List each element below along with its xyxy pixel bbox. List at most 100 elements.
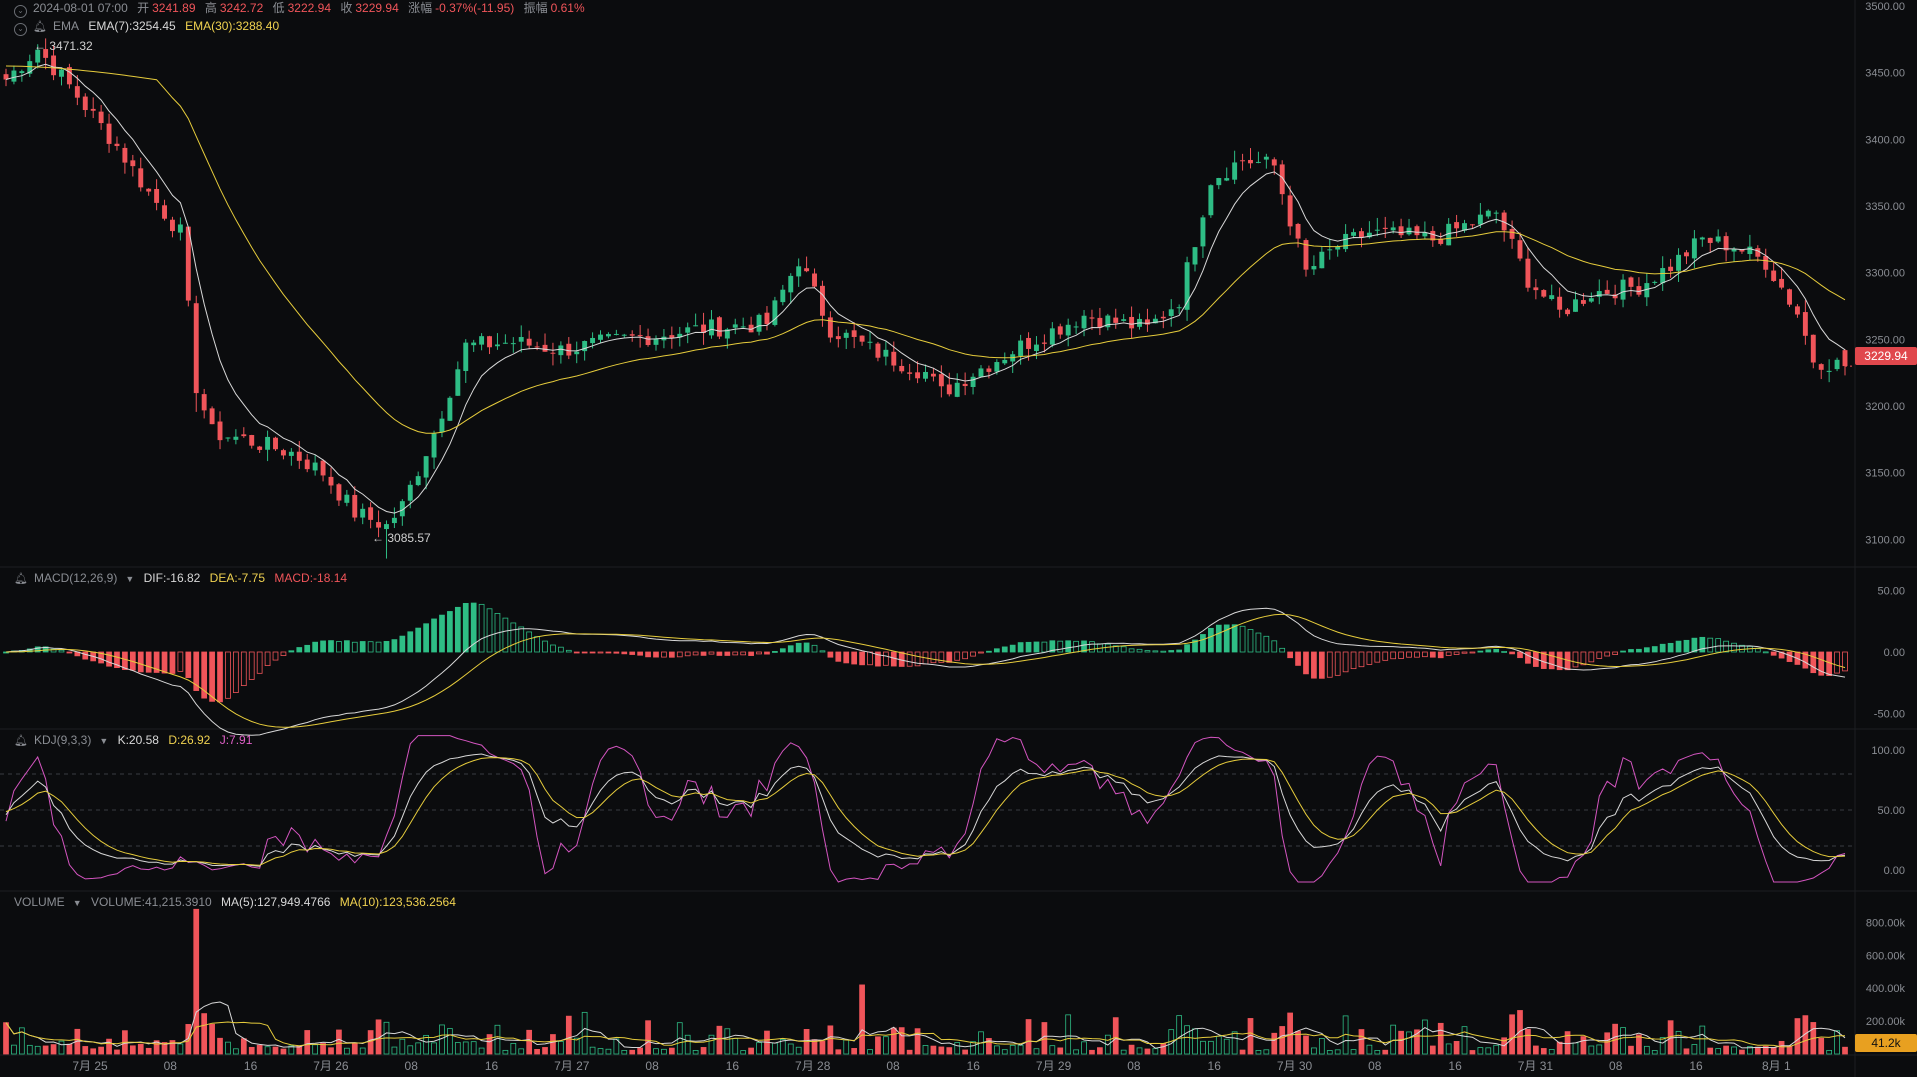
volume-bar (1469, 1050, 1476, 1055)
macd-histogram-bar (581, 651, 588, 654)
candle-body (114, 143, 120, 147)
bell-icon[interactable]: 🔔︎ (14, 733, 28, 749)
chart-canvas[interactable]: 3500.00 3450.00 3400.00 3350.00 3300.00 3250.… (0, 0, 1917, 1077)
volume-bar (787, 1043, 794, 1055)
macd-histogram-bar (1326, 651, 1333, 678)
macd-histogram-bar (1754, 648, 1761, 653)
candle-body (51, 55, 57, 76)
volume-bar (1065, 1014, 1072, 1055)
candle-body (645, 336, 651, 346)
macd-histogram-bar (1303, 651, 1309, 675)
volume-bar (1453, 1041, 1460, 1055)
macd-histogram-bar (1707, 637, 1714, 653)
volume-bar (1334, 1049, 1341, 1055)
macd-histogram-bar (66, 651, 73, 654)
candle-body (1834, 359, 1840, 370)
bell-icon[interactable]: 🔔︎ (33, 19, 47, 35)
volume-bar (336, 1029, 342, 1055)
volume-bar (1255, 1050, 1262, 1055)
volume-bar (1184, 1025, 1190, 1055)
caret-down-icon[interactable]: ▼ (99, 733, 108, 749)
candle-body (106, 123, 112, 144)
volume-bar (11, 1044, 17, 1055)
caret-down-icon[interactable]: ▼ (125, 571, 134, 587)
vol-ma10-value: MA(10):123,536.2564 (339, 895, 456, 909)
candle-body (946, 384, 952, 395)
time-tick-label: 16 (485, 1059, 499, 1073)
volume-bar (637, 1047, 643, 1055)
macd-histogram-bar (867, 651, 873, 666)
macd-histogram-bar (645, 651, 651, 658)
price-tick-label: 3250.00 (1865, 334, 1905, 346)
candle-body (907, 372, 913, 374)
candle-body (368, 507, 374, 520)
macd-histogram-bar (1509, 651, 1515, 655)
macd-histogram-bar (454, 606, 461, 653)
macd-histogram-bar (351, 641, 358, 653)
macd-histogram-bar (1398, 651, 1404, 659)
volume-bar (106, 1038, 112, 1055)
candle-body (1747, 246, 1753, 255)
candle-body (1469, 224, 1475, 226)
macd-histogram-bar (280, 651, 287, 656)
volume-bar (1112, 1017, 1119, 1055)
macd-name: MACD(12,26,9) (33, 571, 118, 585)
collapse-icon[interactable]: ⌄ (14, 5, 27, 18)
candle-body (1026, 337, 1032, 349)
volume-value: VOLUME:41,215.3910 (90, 895, 212, 909)
macd-histogram-bar (1842, 651, 1848, 672)
candle-body (915, 372, 921, 379)
macd-histogram-bar (700, 651, 707, 656)
volume-bar (1620, 1027, 1626, 1055)
volume-bar (748, 1047, 754, 1055)
macd-histogram-bar (1683, 639, 1690, 653)
candle-body (859, 335, 865, 342)
candle-body (415, 476, 421, 486)
candle-body (1327, 249, 1333, 251)
volume-bar (1144, 1048, 1151, 1055)
candle-body (455, 369, 461, 396)
candle-body (930, 373, 936, 377)
candle-body (344, 494, 350, 503)
candle-body (1311, 266, 1317, 270)
macd-histogram-bar (526, 631, 533, 653)
volume-bar (145, 1047, 152, 1055)
candle-body (1691, 238, 1697, 259)
macd-histogram-bar (359, 641, 366, 653)
collapse-icon[interactable]: ⌄ (14, 23, 27, 36)
candle-body (986, 368, 992, 372)
volume-bar (668, 1047, 675, 1055)
candle-body (954, 382, 960, 397)
volume-tick-label: 200.00k (1866, 1016, 1906, 1028)
volume-bar (542, 1047, 548, 1055)
candle-body (740, 326, 746, 328)
macd-histogram-bar (756, 651, 762, 655)
volume-bar (1303, 1035, 1309, 1055)
volume-bar (629, 1049, 636, 1055)
candle-body (1359, 231, 1364, 238)
macd-histogram-bar (328, 640, 334, 653)
volume-bar (1572, 1042, 1579, 1055)
volume-bar (407, 1045, 414, 1055)
macd-histogram-bar (1501, 651, 1508, 653)
volume-bar (462, 1041, 469, 1055)
volume-bar (1326, 1050, 1333, 1055)
macd-histogram-bar (724, 651, 731, 656)
volume-bar (827, 1025, 834, 1055)
volume-bar (724, 1028, 731, 1055)
macd-histogram-bar (1580, 651, 1587, 666)
candle-body (1034, 344, 1039, 351)
time-tick-label: 16 (1689, 1059, 1703, 1073)
caret-down-icon[interactable]: ▼ (73, 895, 82, 911)
candle-body (98, 111, 104, 124)
candle-body (1073, 326, 1079, 328)
candle-body (154, 188, 160, 203)
price-tick-label: 3500.00 (1865, 1, 1905, 13)
macd-histogram-bar (407, 631, 414, 653)
bell-icon[interactable]: 🔔︎ (14, 571, 28, 587)
macd-histogram-bar (819, 650, 826, 653)
volume-bar (1120, 1049, 1127, 1055)
candle-body (812, 273, 817, 287)
macd-histogram-bar (1422, 651, 1428, 658)
candle-body (59, 69, 64, 77)
